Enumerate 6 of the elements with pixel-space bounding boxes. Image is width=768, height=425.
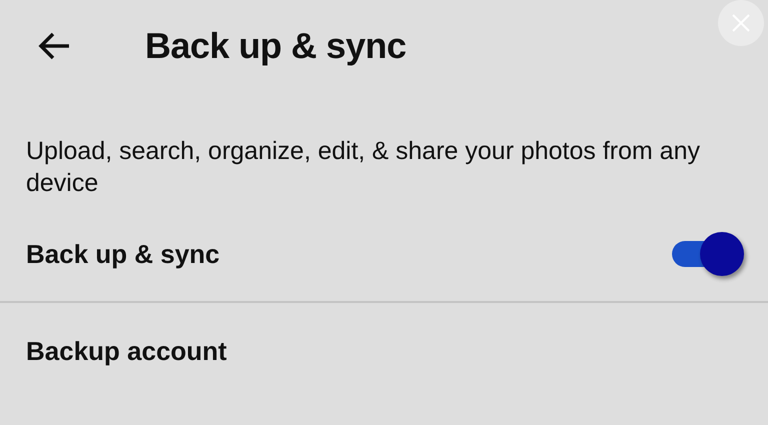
page-title: Back up & sync — [145, 24, 406, 68]
setting-label: Back up & sync — [26, 238, 220, 270]
back-arrow-icon — [37, 31, 71, 61]
description-text: Upload, search, organize, edit, & share your photos from any device — [25, 136, 701, 199]
setting-label[interactable]: Backup account — [26, 332, 227, 370]
toggle-switch[interactable] — [672, 231, 744, 277]
